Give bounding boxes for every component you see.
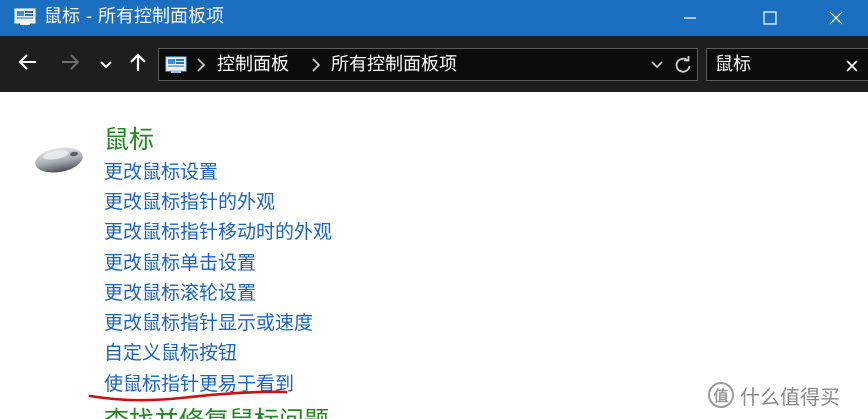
search-input[interactable]: 鼠标	[715, 53, 751, 77]
chevron-right-icon[interactable]	[196, 57, 206, 73]
close-icon[interactable]	[845, 58, 859, 72]
control-panel-icon	[14, 8, 36, 26]
watermark: 值 什么值得买	[708, 378, 840, 412]
breadcrumb-all-items[interactable]: 所有控制面板项	[331, 53, 457, 77]
link-change-wheel-settings[interactable]: 更改鼠标滚轮设置	[104, 281, 256, 305]
breadcrumb-control-panel[interactable]: 控制面板	[217, 53, 289, 77]
recent-locations-button[interactable]	[94, 52, 118, 76]
maximize-button[interactable]	[740, 0, 800, 36]
minimize-button[interactable]	[660, 0, 720, 36]
red-underline-annotation	[86, 380, 296, 408]
chevron-down-icon	[99, 55, 113, 74]
content-pane: 鼠标 更改鼠标设置 更改鼠标指针的外观 更改鼠标指针移动时的外观 更改鼠标单击设…	[0, 92, 868, 419]
watermark-text: 什么值得买	[740, 384, 840, 409]
up-button[interactable]	[126, 52, 150, 76]
group-title-mouse[interactable]: 鼠标	[104, 125, 154, 155]
link-change-pointer-moving-appearance[interactable]: 更改鼠标指针移动时的外观	[104, 220, 332, 244]
chevron-down-icon[interactable]	[649, 57, 665, 73]
window-title: 鼠标 - 所有控制面板项	[44, 6, 224, 27]
arrow-left-icon	[18, 53, 38, 75]
navigation-bar: 控制面板 所有控制面板项 鼠标	[0, 36, 868, 92]
maximize-icon	[763, 11, 777, 25]
control-panel-window: 鼠标 - 所有控制面板项 控制面板 所有控制面板项 鼠标 鼠标 更改鼠标设置 更…	[0, 0, 868, 419]
minimize-icon	[684, 12, 696, 24]
control-panel-icon	[165, 56, 187, 74]
link-change-pointer-speed[interactable]: 更改鼠标指针显示或速度	[104, 311, 313, 335]
title-bar[interactable]: 鼠标 - 所有控制面板项	[0, 0, 868, 36]
link-change-click-settings[interactable]: 更改鼠标单击设置	[104, 251, 256, 275]
back-button[interactable]	[16, 52, 40, 76]
arrow-up-icon	[129, 52, 147, 76]
refresh-icon[interactable]	[673, 55, 693, 75]
watermark-badge: 值	[708, 382, 734, 408]
address-bar[interactable]: 控制面板 所有控制面板项	[158, 48, 698, 81]
search-box[interactable]: 鼠标	[706, 48, 868, 81]
mouse-icon[interactable]	[32, 142, 86, 176]
link-customize-buttons[interactable]: 自定义鼠标按钮	[104, 341, 237, 365]
link-change-pointer-appearance[interactable]: 更改鼠标指针的外观	[104, 190, 275, 214]
arrow-right-icon	[60, 53, 80, 75]
forward-button[interactable]	[58, 52, 82, 76]
close-button[interactable]	[806, 0, 866, 36]
close-icon	[829, 11, 843, 25]
chevron-right-icon[interactable]	[311, 57, 321, 73]
link-change-mouse-settings[interactable]: 更改鼠标设置	[104, 160, 218, 184]
